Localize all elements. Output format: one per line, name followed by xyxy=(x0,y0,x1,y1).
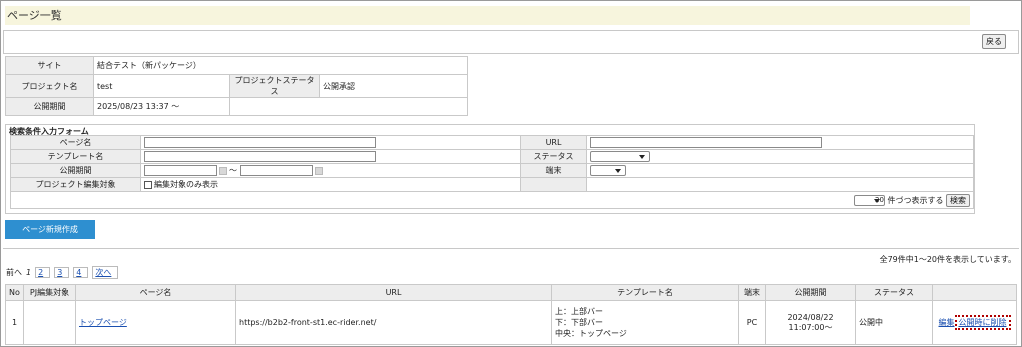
col-page-name: ページ名 xyxy=(75,284,236,301)
pager-page-2[interactable]: 2 xyxy=(38,268,43,277)
pager-current: 1 xyxy=(26,268,32,277)
period-start-input[interactable] xyxy=(144,165,217,176)
edit-link[interactable]: 編集 xyxy=(939,318,955,327)
edit-only-checkbox[interactable] xyxy=(144,180,152,189)
per-page-select[interactable]: 20 xyxy=(853,194,885,206)
col-period: 公開期間 xyxy=(765,284,856,301)
col-actions xyxy=(932,284,1017,301)
template-name-input[interactable] xyxy=(144,151,376,162)
col-no: No xyxy=(5,284,24,301)
publish-period-value: 2025/08/23 13:37 ～ xyxy=(93,97,230,116)
status-label: ステータス xyxy=(520,149,587,164)
calendar-icon[interactable] xyxy=(219,166,227,175)
period-end-input[interactable] xyxy=(239,165,313,176)
project-name-value: test xyxy=(93,74,230,98)
url-input[interactable] xyxy=(590,137,822,148)
search-button[interactable]: 検索 xyxy=(946,193,970,207)
period-separator: ～ xyxy=(229,166,237,175)
edit-only-label: 編集対象のみ表示 xyxy=(154,180,218,189)
project-name-label: プロジェクト名 xyxy=(5,74,94,98)
site-label: サイト xyxy=(5,56,94,75)
status-select[interactable] xyxy=(590,151,650,162)
edit-target-label: プロジェクト編集対象 xyxy=(10,177,141,192)
template-line: 中央：トップページ xyxy=(555,329,627,338)
pagination: 前へ 1 2 3 4 次へ xyxy=(6,266,122,279)
device-label: 端末 xyxy=(520,163,587,178)
project-info-table: サイト 結合テスト（新パッケージ） プロジェクト名 test プロジェクトステー… xyxy=(5,56,468,116)
row-no: 1 xyxy=(5,300,24,345)
pager-prev[interactable]: 前へ xyxy=(6,268,22,277)
project-status-label: プロジェクトステータス xyxy=(229,74,320,98)
page-title: ページ一覧 xyxy=(5,6,970,25)
back-button[interactable]: 戻る xyxy=(982,34,1006,49)
divider xyxy=(3,248,1019,249)
device-select[interactable] xyxy=(590,165,626,176)
pager-page-4[interactable]: 4 xyxy=(76,268,81,277)
per-page-suffix: 件づつ表示する xyxy=(887,195,944,205)
col-device: 端末 xyxy=(738,284,766,301)
period-label: 公開期間 xyxy=(10,163,141,178)
row-period: 2024/08/22 11:07:00～ xyxy=(765,300,856,345)
template-line: 上：上部バー xyxy=(555,307,603,316)
page-name-label: ページ名 xyxy=(10,135,141,150)
template-line: 下：下部バー xyxy=(555,318,603,327)
template-name-label: テンプレート名 xyxy=(10,149,141,164)
page-list-table: No PJ編集対象 ページ名 URL テンプレート名 端末 公開期間 ステータス… xyxy=(5,284,1017,345)
table-row: 1 トップページ https://b2b2-front-st1.ec-rider… xyxy=(5,300,1017,345)
project-status-value: 公開承認 xyxy=(319,74,468,98)
action-bar: 戻る xyxy=(3,30,1019,54)
page-name-link[interactable]: トップページ xyxy=(79,318,127,327)
row-url: https://b2b2-front-st1.ec-rider.net/ xyxy=(235,300,552,345)
publish-period-label: 公開期間 xyxy=(5,97,94,116)
col-pj-edit: PJ編集対象 xyxy=(23,284,76,301)
col-template: テンプレート名 xyxy=(551,284,739,301)
page-name-input[interactable] xyxy=(144,137,376,148)
row-device: PC xyxy=(738,300,766,345)
pager-page-3[interactable]: 3 xyxy=(57,268,62,277)
site-value: 結合テスト（新パッケージ） xyxy=(93,56,468,75)
calendar-icon[interactable] xyxy=(314,166,323,175)
delete-on-publish-link[interactable]: 公開時に削除 xyxy=(959,318,1007,327)
result-count: 全79件中1～20件を表示しています。 xyxy=(879,255,1016,264)
new-page-button[interactable]: ページ新規作成 xyxy=(5,220,95,239)
url-label: URL xyxy=(520,135,587,150)
pager-next[interactable]: 次へ xyxy=(95,268,111,277)
col-url: URL xyxy=(235,284,552,301)
row-status: 公開中 xyxy=(855,300,933,345)
col-status: ステータス xyxy=(855,284,933,301)
search-form-table: ページ名 URL テンプレート名 ステータス 公開期間 ～ 端末 プロジェクト編… xyxy=(10,135,974,209)
search-form: 検索条件入力フォーム ページ名 URL テンプレート名 ステータス 公開期間 ～… xyxy=(5,124,975,214)
